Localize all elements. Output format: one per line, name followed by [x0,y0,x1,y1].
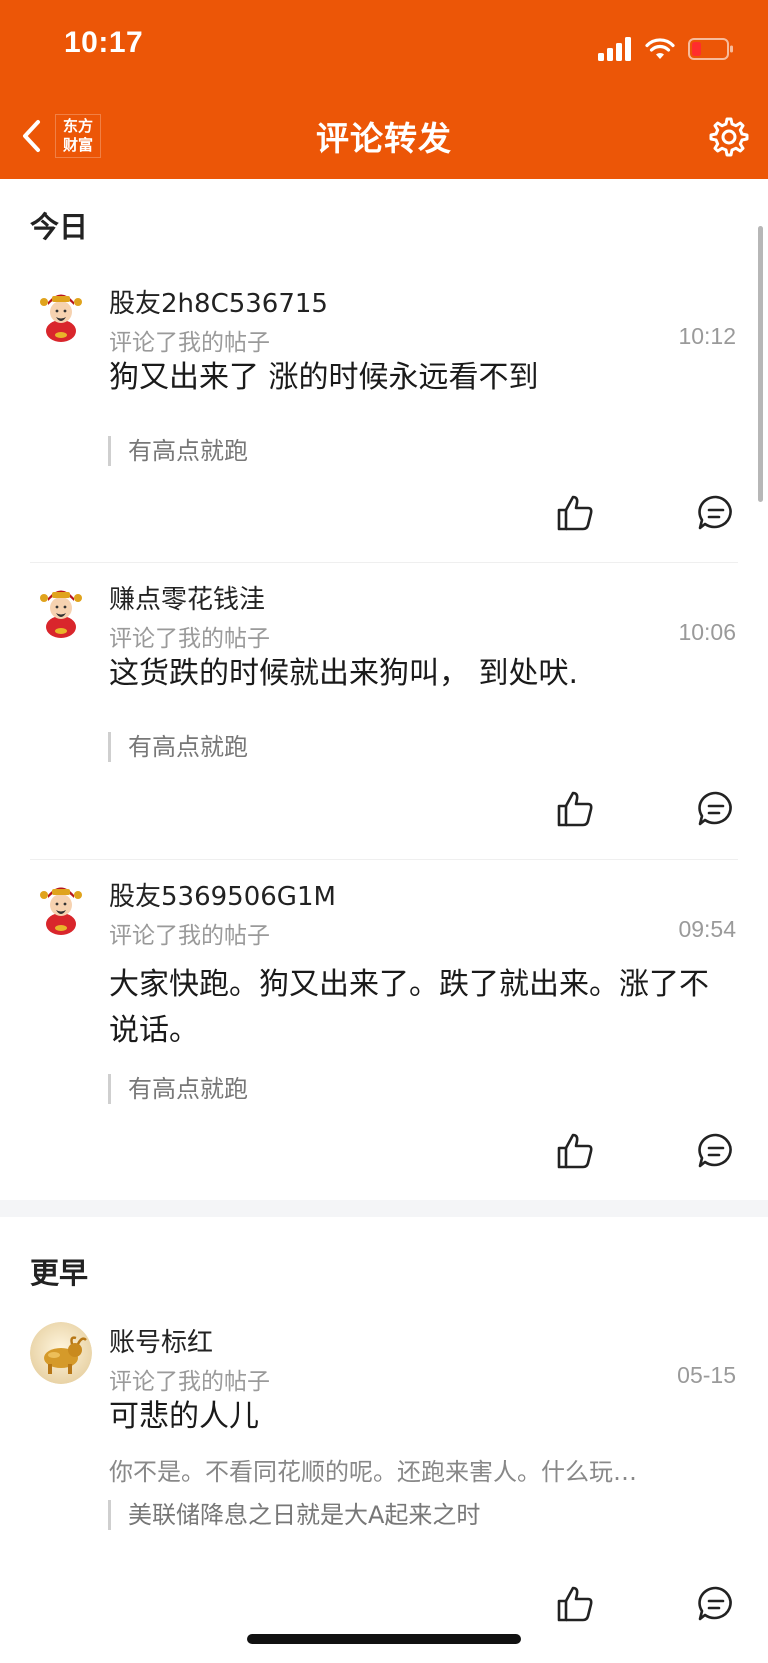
username[interactable]: 账号标红 [109,1322,213,1359]
thumbs-up-icon[interactable] [555,1584,595,1624]
status-time: 10:17 [64,26,144,59]
action-text: 评论了我的帖子 [109,1369,270,1395]
app-header: 10:17 东方 财富 评论转发 [0,0,768,179]
divider [30,562,738,563]
battery-icon [688,38,733,60]
comment-bubble-icon[interactable] [696,493,736,533]
status-icons [598,32,734,66]
username[interactable]: 股友2h8C536715 [109,283,328,320]
avatar[interactable] [30,876,92,938]
comment-text[interactable]: 这货跌的时候就出来狗叫， 到处吠. [109,651,739,697]
comment-bubble-icon[interactable] [696,1131,736,1171]
timestamp: 09:54 [678,916,736,942]
action-text: 评论了我的帖子 [109,626,270,652]
action-text: 评论了我的帖子 [109,330,270,356]
wifi-icon [645,38,675,59]
username[interactable]: 股友5369506G1M [109,876,336,913]
thumbs-up-icon[interactable] [555,493,595,533]
thumbs-up-icon[interactable] [555,1131,595,1171]
timestamp: 05-15 [677,1362,736,1388]
scrollbar[interactable] [758,226,763,502]
username[interactable]: 赚点零花钱洼 [109,579,265,616]
timestamp: 10:12 [678,323,736,349]
thumbs-up-icon[interactable] [555,789,595,829]
home-indicator[interactable] [247,1634,521,1644]
comment-text[interactable]: 狗又出来了 涨的时候永远看不到 [109,355,739,401]
god-of-wealth-avatar-icon [30,579,92,641]
quoted-post[interactable]: 有高点就跑 [108,732,248,762]
divider [30,859,738,860]
action-text: 评论了我的帖子 [109,923,270,949]
avatar[interactable] [30,579,92,641]
original-post-text[interactable]: 你不是。不看同花顺的呢。还跑来害人。什么玩… [109,1452,729,1487]
comment-text[interactable]: 大家快跑。狗又出来了。跌了就出来。涨了不说话。 [109,962,721,1054]
timestamp: 10:06 [678,619,736,645]
section-title-earlier: 更早 [30,1256,89,1290]
page-title: 评论转发 [316,119,452,158]
comment-bubble-icon[interactable] [696,789,736,829]
gear-icon[interactable] [708,116,750,158]
god-of-wealth-avatar-icon [30,283,92,345]
comment-text[interactable]: 可悲的人儿 [109,1394,739,1440]
section-separator [0,1200,768,1217]
signal-icon [598,37,631,61]
golden-bull-avatar-icon [30,1322,92,1384]
section-title-today: 今日 [30,210,89,244]
quoted-post[interactable]: 有高点就跑 [108,1074,248,1104]
avatar[interactable] [30,1322,92,1384]
god-of-wealth-avatar-icon [30,876,92,938]
quoted-post[interactable]: 美联储降息之日就是大A起来之时 [108,1500,480,1530]
avatar[interactable] [30,283,92,345]
quoted-post[interactable]: 有高点就跑 [108,436,248,466]
comment-bubble-icon[interactable] [696,1584,736,1624]
